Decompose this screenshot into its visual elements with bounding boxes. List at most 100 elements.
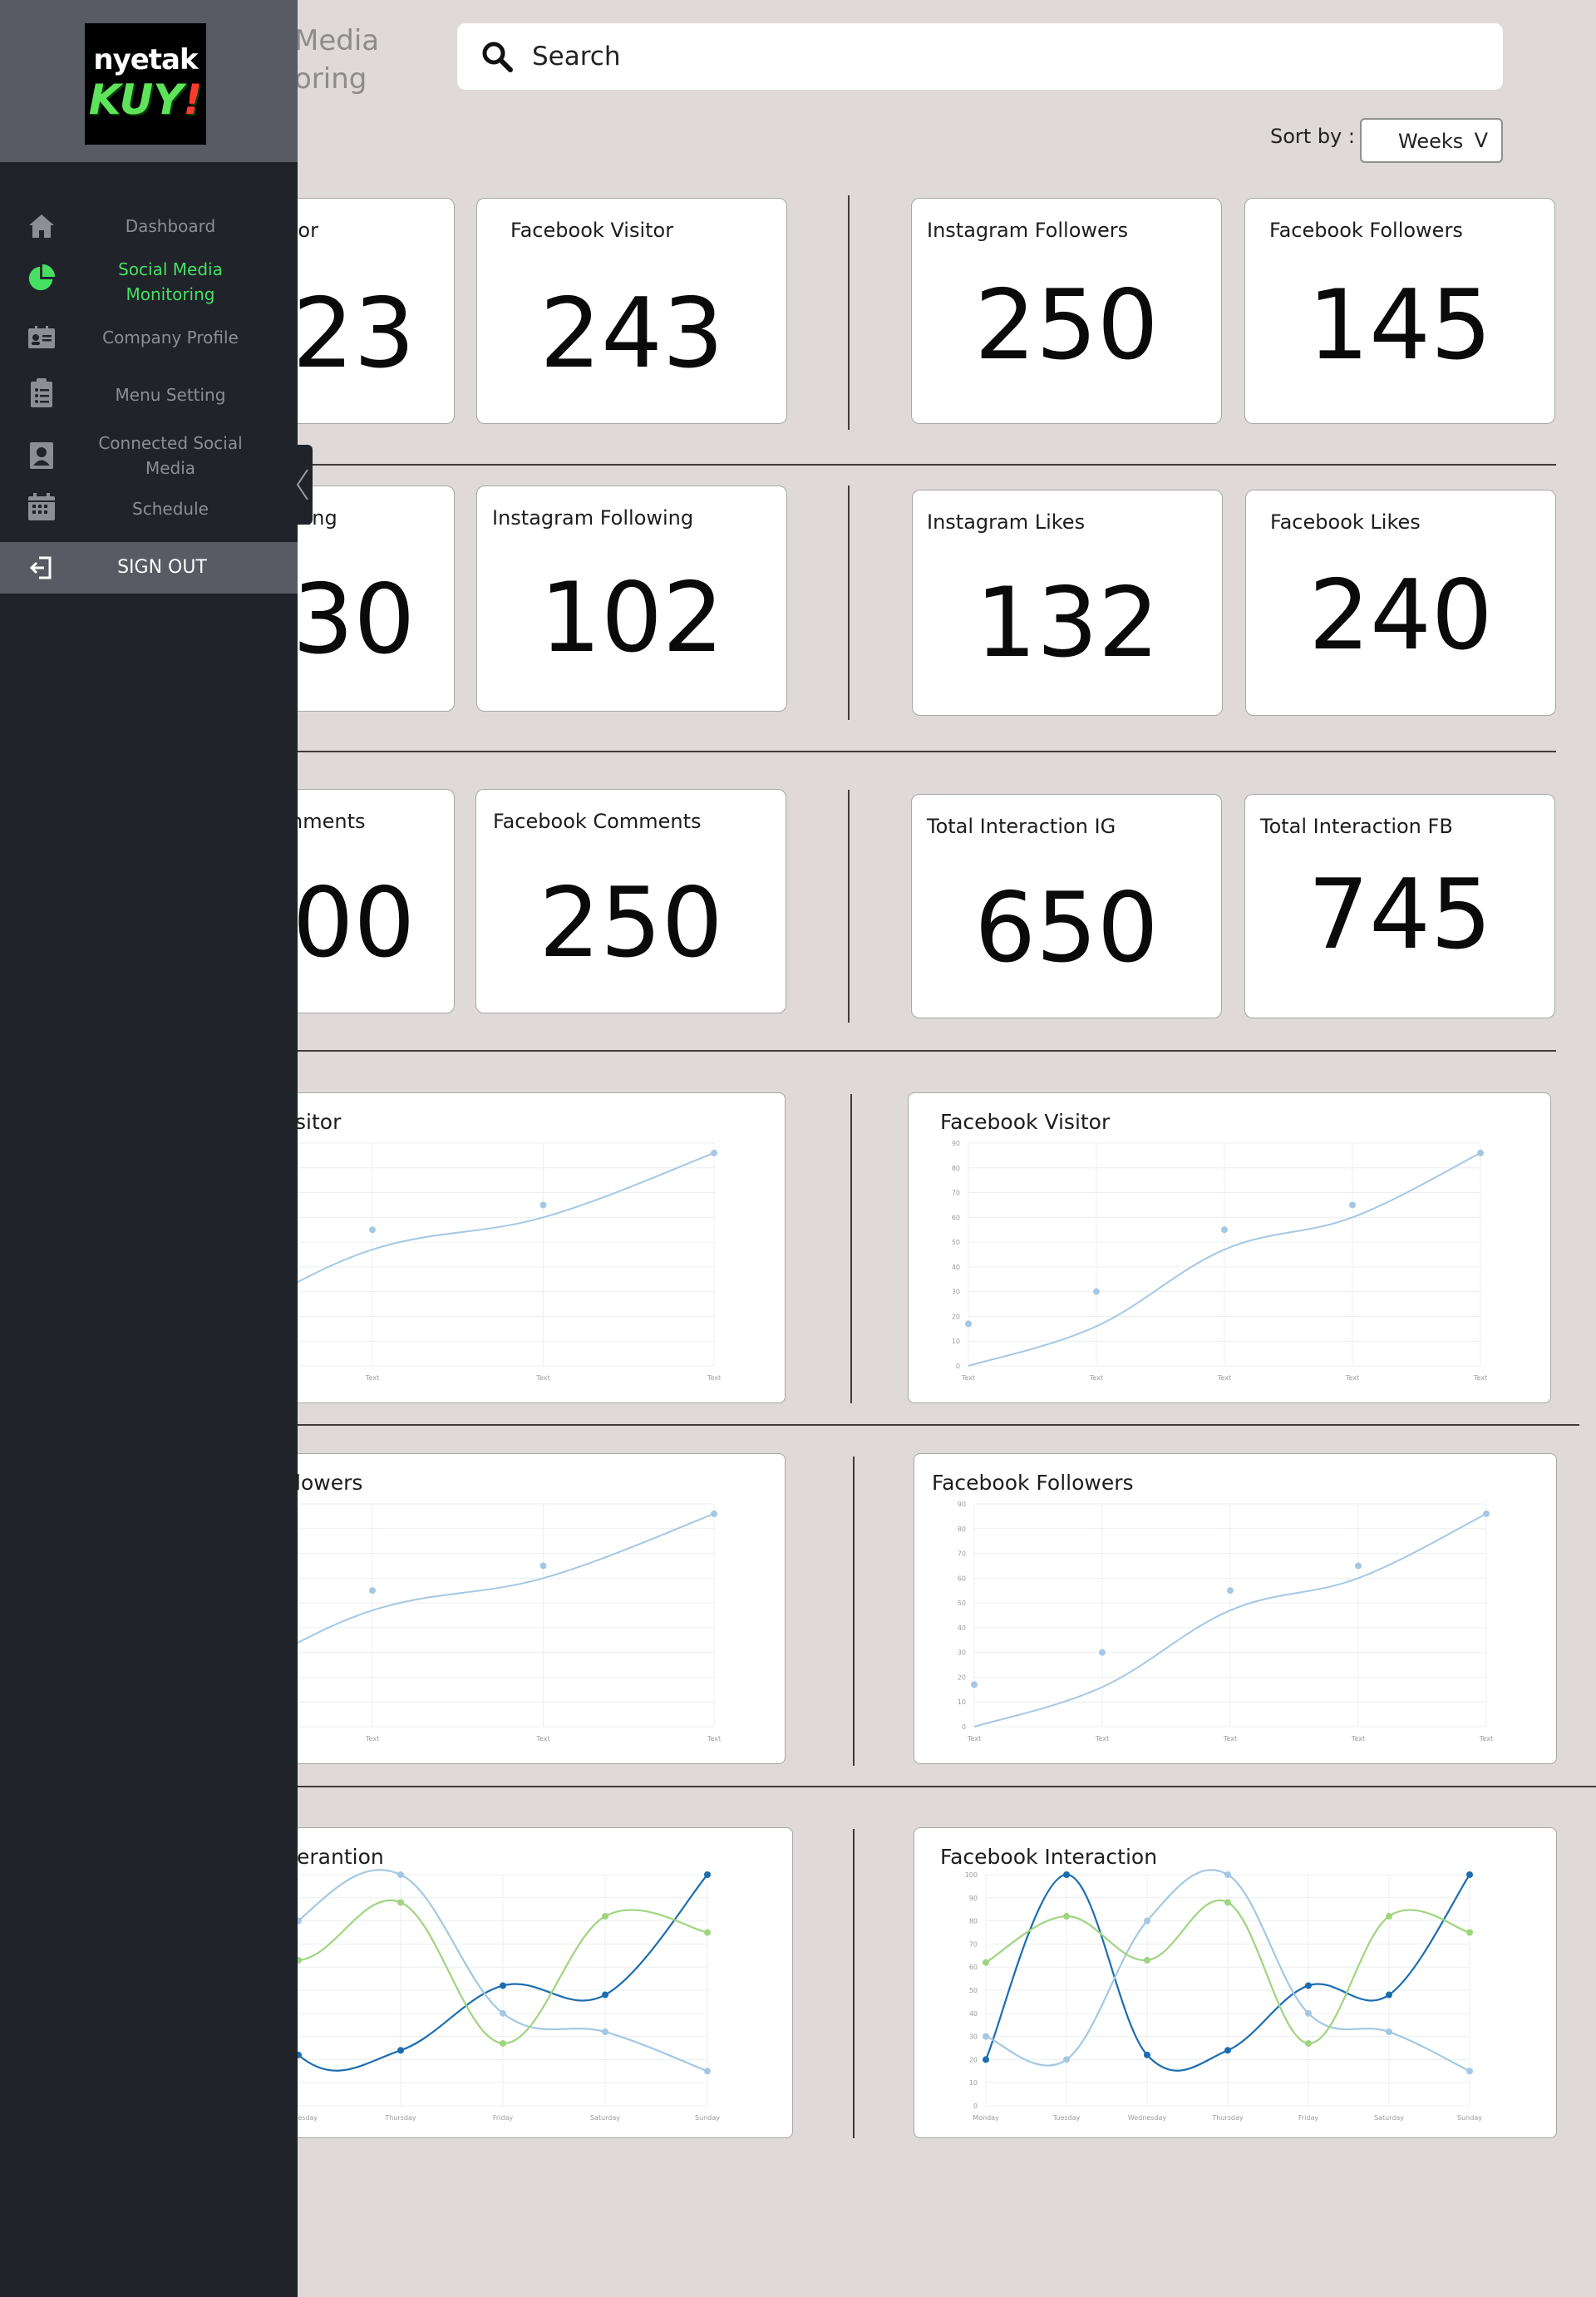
stat-card-value: 145: [1308, 269, 1492, 382]
stat-card-label: Facebook Comments: [493, 810, 702, 833]
line-chart: 0 10 20 30 40 50 60 70 80 90 Text Text Text Text Text: [952, 1140, 1487, 1382]
x-tick-label: Text: [707, 1374, 721, 1382]
stat-card-total-interaction-ig: Total Interaction IG 650: [911, 794, 1222, 1018]
y-tick-label: 0: [956, 1363, 960, 1370]
x-tick-label: Text: [365, 1735, 379, 1742]
data-point: [1466, 1871, 1473, 1878]
home-icon: [27, 211, 57, 241]
sort-by-dropdown[interactable]: Weeks V: [1360, 118, 1503, 163]
stat-card-label: Instagram Following: [492, 506, 694, 530]
x-tick-label: Saturday: [1374, 2114, 1404, 2122]
search-input[interactable]: [532, 35, 1463, 78]
data-point: [369, 1587, 376, 1595]
stat-card-value: 243: [539, 278, 724, 390]
line-chart: 0 10 20 30 40 50 60 70 80 90 100 Monday Tuesday Wedne…: [965, 1869, 1482, 2122]
data-point: [1093, 1288, 1100, 1295]
data-point: [602, 1913, 608, 1920]
data-point: [983, 2056, 989, 2063]
y-tick-label: 60: [952, 1214, 960, 1221]
data-point: [1305, 2039, 1312, 2047]
chart-facebook-visitor: Facebook Visitor 0 10 20 30 40 50 60 70 80 90 Text…: [908, 1092, 1551, 1403]
x-tick-label: Text: [707, 1735, 721, 1742]
sidebar: nyetak KUY! Dashboard Social Media Monit…: [0, 0, 298, 2297]
x-tick-label: Text: [1473, 1374, 1487, 1382]
line-chart: TextTextTextTextText: [254, 1503, 721, 1742]
y-tick-label: 50: [952, 1239, 960, 1246]
clipboard-list-icon: [27, 378, 57, 408]
x-tick-label: Thursday: [384, 2114, 416, 2122]
x-tick-label: Text: [535, 1374, 549, 1382]
sidebar-item-dashboard[interactable]: Dashboard: [0, 208, 298, 244]
stat-card-total-interaction-fb: Total Interaction FB 745: [1244, 794, 1555, 1018]
x-tick-label: Sunday: [1457, 2114, 1482, 2122]
data-point: [500, 2009, 506, 2017]
data-point: [1349, 1201, 1356, 1209]
chevron-left-icon: [296, 469, 308, 500]
chart-instagram-visitor: sitor TextTextTextTextText: [253, 1092, 786, 1403]
data-point: [1477, 1149, 1484, 1156]
y-tick-label: 70: [958, 1550, 966, 1558]
series-line: [254, 1512, 715, 1667]
data-point: [965, 1320, 972, 1328]
data-point: [1063, 2056, 1070, 2063]
stat-card-value: 250: [539, 867, 723, 979]
sidebar-item-label: Schedule: [132, 499, 209, 519]
data-point: [1224, 2047, 1231, 2054]
sidebar-item-connected-social-media[interactable]: Connected Social Media: [0, 429, 298, 484]
stat-card-instagram-following: Instagram Following 102: [476, 486, 787, 712]
x-tick-label: Text: [1345, 1374, 1359, 1382]
row-divider: [298, 464, 1556, 466]
stat-card-instagram-followers: Instagram Followers 250: [911, 198, 1222, 424]
y-tick-label: 30: [958, 1649, 966, 1657]
data-point: [1483, 1510, 1490, 1517]
stat-card-label: Instagram Followers: [927, 219, 1129, 242]
sign-out-button[interactable]: SIGN OUT: [0, 542, 298, 594]
y-tick-label: 90: [969, 1895, 978, 1902]
sidebar-item-label: Menu Setting: [115, 385, 226, 405]
x-tick-label: Text: [1217, 1374, 1231, 1382]
y-tick-label: 70: [952, 1190, 960, 1197]
sign-out-label: SIGN OUT: [117, 557, 207, 578]
data-point: [500, 1982, 506, 1989]
data-point: [539, 1562, 547, 1570]
y-tick-label: 10: [952, 1338, 960, 1345]
sidebar-item-label: Dashboard: [125, 216, 216, 236]
x-tick-label: Wednesday: [1128, 2114, 1167, 2122]
data-point: [983, 2033, 989, 2040]
data-point: [1144, 1956, 1150, 1964]
x-tick-label: Text: [967, 1735, 981, 1742]
line-chart: 0 10 20 30 40 50 60 70 80 90 Text Text Text Text Text: [958, 1501, 1493, 1742]
chart-instagram-followers: lowers TextTextTextTextText: [253, 1453, 786, 1764]
sidebar-item-company-profile[interactable]: Company Profile: [0, 323, 298, 352]
line-chart: MondayTuesdayWednesdayThursdayFridaySatu…: [254, 1869, 720, 2122]
y-tick-label: 20: [969, 2056, 978, 2063]
sidebar-item-schedule[interactable]: Schedule: [0, 492, 298, 525]
page-title: Media oring: [294, 24, 380, 96]
x-tick-label: Text: [1223, 1735, 1237, 1742]
chart-facebook-followers: Facebook Followers 0 10 20 30 40 50 60 70 80 90 Te…: [914, 1453, 1557, 1764]
stat-card-label: Facebook Visitor: [510, 219, 674, 242]
y-tick-label: 0: [973, 2102, 978, 2110]
chart-facebook-interaction: Facebook Interaction 0 10 20 30 40 50 60 70 80 90…: [914, 1827, 1557, 2138]
sidebar-item-social-media-monitoring[interactable]: Social Media Monitoring: [0, 254, 298, 309]
column-divider: [848, 195, 850, 430]
x-tick-label: Tuesday: [1052, 2114, 1081, 2122]
stat-card-value: 240: [1308, 559, 1493, 672]
search-icon[interactable]: [480, 40, 514, 73]
y-tick-label: 20: [952, 1313, 960, 1320]
sidebar-item-label: Social Media Monitoring: [118, 259, 223, 304]
sign-out-icon: [27, 553, 57, 583]
y-tick-label: 20: [958, 1673, 966, 1681]
sidebar-collapse-toggle[interactable]: [293, 445, 313, 525]
calendar-icon: [27, 492, 57, 522]
y-tick-label: 40: [958, 1624, 966, 1632]
y-tick-label: 90: [952, 1140, 960, 1147]
sidebar-item-menu-setting[interactable]: Menu Setting: [0, 378, 298, 412]
x-tick-label: Thursday: [1211, 2114, 1243, 2122]
y-tick-label: 40: [969, 2010, 978, 2018]
sidebar-item-label: Connected Social Media: [98, 433, 243, 478]
data-point: [1224, 1871, 1231, 1878]
column-divider: [853, 1457, 855, 1766]
stat-card-label: Total Interaction IG: [927, 815, 1116, 838]
app-logo[interactable]: nyetak KUY!: [85, 23, 206, 145]
